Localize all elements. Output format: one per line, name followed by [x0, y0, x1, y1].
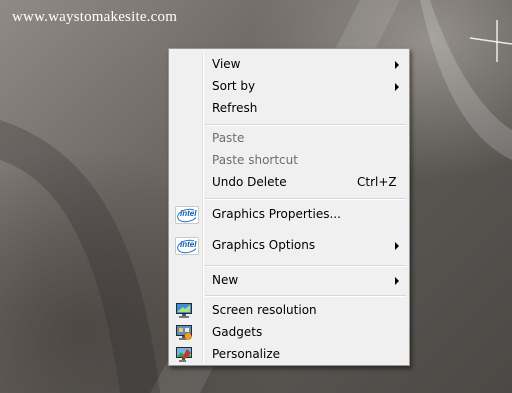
menu-item-label: Screen resolution — [212, 303, 317, 317]
menu-item-label: Gadgets — [212, 325, 263, 339]
menu-item-label: Graphics Options — [212, 238, 316, 252]
sparkle-glint — [469, 20, 512, 62]
menu-item-paste-shortcut: Paste shortcut — [171, 150, 407, 172]
menu-item-graphics-options[interactable]: intel Graphics Options — [171, 235, 407, 257]
intel-icon: intel — [175, 237, 200, 256]
menu-item-label: Paste — [212, 131, 245, 145]
menu-item-gadgets[interactable]: Gadgets — [171, 322, 407, 344]
gadgets-icon — [176, 325, 192, 340]
menu-item-refresh[interactable]: Refresh — [171, 98, 407, 120]
intel-icon-text: intel — [180, 209, 197, 218]
menu-item-paste: Paste — [171, 128, 407, 150]
menu-separator — [205, 295, 406, 297]
menu-item-new[interactable]: New — [171, 270, 407, 292]
intel-icon-text: intel — [180, 240, 197, 249]
menu-item-screen-resolution[interactable]: Screen resolution — [171, 300, 407, 322]
personalize-icon — [176, 347, 192, 362]
menu-separator — [205, 124, 406, 126]
menu-item-view[interactable]: View — [171, 54, 407, 76]
submenu-arrow-icon — [395, 277, 399, 285]
menu-item-shortcut: Ctrl+Z — [357, 175, 397, 189]
menu-item-label: Personalize — [212, 347, 281, 361]
submenu-arrow-icon — [395, 61, 399, 69]
submenu-arrow-icon — [395, 83, 399, 91]
menu-item-sort-by[interactable]: Sort by — [171, 76, 407, 98]
menu-item-label: Undo Delete — [212, 175, 287, 189]
menu-item-label: Sort by — [212, 79, 256, 93]
menu-item-undo-delete[interactable]: Undo Delete Ctrl+Z — [171, 172, 407, 194]
menu-item-label: Refresh — [212, 101, 258, 115]
menu-item-label: Graphics Properties... — [212, 207, 341, 221]
screen-resolution-icon — [176, 303, 192, 318]
intel-icon: intel — [175, 206, 200, 225]
menu-item-label: View — [212, 57, 241, 71]
menu-item-graphics-properties[interactable]: intel Graphics Properties... — [171, 204, 407, 226]
site-watermark: www.waystomakesite.com — [12, 9, 178, 25]
menu-separator — [205, 198, 406, 200]
menu-item-personalize[interactable]: Personalize — [171, 344, 407, 366]
desktop-context-menu: View Sort by Refresh Paste Paste shortcu… — [168, 48, 410, 366]
menu-item-label: New — [212, 273, 239, 287]
submenu-arrow-icon — [395, 242, 399, 250]
menu-separator — [205, 265, 406, 267]
menu-item-label: Paste shortcut — [212, 153, 298, 167]
